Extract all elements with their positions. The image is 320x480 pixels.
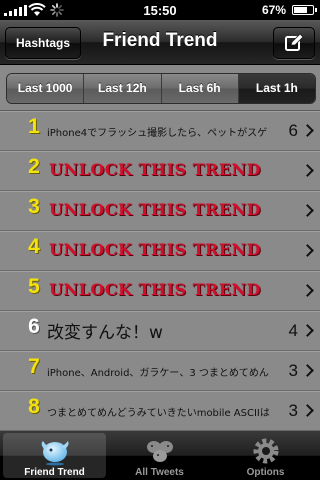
compose-button[interactable] (273, 27, 315, 59)
chevron-right-icon (301, 364, 314, 377)
compose-icon (285, 33, 304, 51)
trend-rank: 8 (28, 395, 40, 418)
trend-rank: 7 (28, 355, 40, 378)
trend-text: つまとめてめんどうみていきたいmobile ASCIIは (47, 408, 270, 419)
trend-rank: 4 (28, 235, 40, 258)
trend-text: 改変すんな！w (47, 323, 163, 343)
trend-rank: 3 (28, 195, 40, 218)
trend-row-locked[interactable]: 2 UNLOCK THIS TREND (0, 151, 320, 191)
trend-count: 3 (288, 361, 298, 380)
chevron-right-icon (301, 124, 314, 137)
status-bar: 15:50 67% (0, 0, 320, 20)
page-title: Friend Trend (102, 30, 218, 51)
trend-row[interactable]: 7 iPhone、Android、ガラケー、3 つまとめてめん 3 (0, 351, 320, 391)
tab-bar: Friend Trend All Tweets Options (0, 431, 320, 480)
battery-icon (292, 5, 317, 15)
segment-last-1000[interactable]: Last 1000 (7, 74, 85, 103)
unlock-trend-label: UNLOCK THIS TREND (49, 200, 262, 219)
tab-all-tweets[interactable]: All Tweets (108, 433, 211, 478)
chevron-right-icon (301, 324, 314, 337)
unlock-trend-label: UNLOCK THIS TREND (49, 160, 262, 179)
tab-friend-trend[interactable]: Friend Trend (3, 433, 106, 478)
trend-text: iPhone4でフラッシュ撮影したら、ペットがスゲ (47, 128, 268, 139)
hashtags-button[interactable]: Hashtags (5, 27, 81, 59)
birds-icon (147, 441, 173, 462)
trend-rank: 2 (28, 155, 40, 178)
time-range-segmented-control: Last 1000 Last 12h Last 6h Last 1h (6, 73, 316, 104)
navigation-bar: Hashtags Friend Trend (0, 20, 320, 65)
chevron-right-icon (301, 284, 314, 297)
trend-rank: 5 (28, 275, 40, 298)
trend-list: 1 iPhone4でフラッシュ撮影したら、ペットがスゲ 6 2 UNLOCK T… (0, 111, 320, 431)
chevron-right-icon (301, 244, 314, 257)
tab-label: Friend Trend (24, 467, 85, 478)
time-range-bar: Last 1000 Last 12h Last 6h Last 1h (0, 65, 320, 111)
trend-count: 6 (288, 121, 298, 140)
chevron-right-icon (301, 164, 314, 177)
trend-row-locked[interactable]: 5 UNLOCK THIS TREND (0, 271, 320, 311)
trend-row-locked[interactable]: 3 UNLOCK THIS TREND (0, 191, 320, 231)
tab-options[interactable]: Options (214, 433, 317, 478)
bird-icon (41, 441, 69, 466)
segment-last-12h[interactable]: Last 12h (84, 74, 162, 103)
chevron-right-icon (301, 404, 314, 417)
unlock-trend-label: UNLOCK THIS TREND (49, 240, 262, 259)
trend-row[interactable]: 6 改変すんな！w 4 (0, 311, 320, 351)
trend-count: 3 (288, 401, 298, 420)
tab-label: All Tweets (135, 467, 184, 478)
gear-icon (253, 438, 279, 464)
tab-label: Options (246, 467, 285, 478)
unlock-trend-label: UNLOCK THIS TREND (49, 280, 262, 299)
trend-rank: 6 (28, 315, 40, 338)
trend-count: 4 (288, 321, 298, 340)
segment-last-6h[interactable]: Last 6h (161, 74, 239, 103)
trend-row[interactable]: 1 iPhone4でフラッシュ撮影したら、ペットがスゲ 6 (0, 111, 320, 151)
trend-text: iPhone、Android、ガラケー、3 つまとめてめん (47, 368, 269, 379)
trend-row[interactable]: 8 つまとめてめんどうみていきたいmobile ASCIIは 3 (0, 391, 320, 431)
trend-row-locked[interactable]: 4 UNLOCK THIS TREND (0, 231, 320, 271)
trend-rank: 1 (28, 115, 40, 138)
battery-percentage: 67% (261, 3, 286, 17)
chevron-right-icon (301, 204, 314, 217)
segment-last-1h[interactable]: Last 1h (238, 74, 315, 103)
